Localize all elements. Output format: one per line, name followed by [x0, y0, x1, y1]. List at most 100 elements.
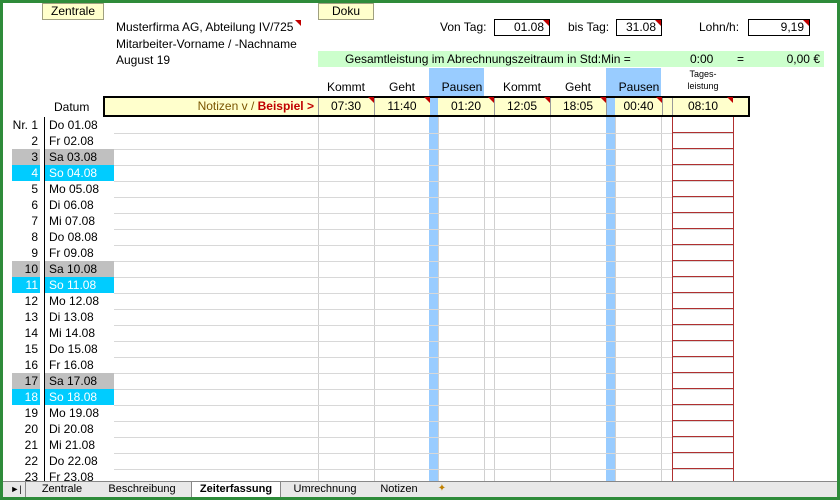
row-number: 14	[24, 326, 38, 340]
row-number: 15	[24, 342, 38, 356]
tagesleistung-cell[interactable]	[672, 293, 734, 309]
tagesleistung-cell[interactable]	[672, 229, 734, 245]
tab-umrechnung[interactable]: Umrechnung	[285, 482, 365, 497]
row-number: 4	[12, 165, 40, 181]
example-kommt-1[interactable]: 07:30	[318, 97, 374, 116]
row-date: Do 08.08	[44, 229, 114, 245]
example-tagesleistung[interactable]: 08:10	[673, 97, 733, 116]
tagesleistung-cell[interactable]	[672, 261, 734, 277]
row-gridline	[114, 405, 734, 406]
row-date: Di 20.08	[44, 421, 114, 437]
row-number: 21	[24, 438, 38, 452]
example-kommt-2[interactable]: 12:05	[494, 97, 550, 116]
example-geht-2[interactable]: 18:05	[550, 97, 606, 116]
tagesleistung-cell[interactable]	[672, 197, 734, 213]
row-gridline	[114, 229, 734, 230]
row-gridline	[114, 469, 734, 470]
tagesleistung-cell[interactable]	[672, 165, 734, 181]
tagesleistung-cell[interactable]	[672, 405, 734, 421]
scroll-tabs-icon[interactable]: ►|	[7, 482, 26, 497]
bis-tag-input[interactable]: 31.08	[616, 19, 662, 36]
tab-zentrale[interactable]: Zentrale	[31, 482, 93, 497]
tagesleistung-cell[interactable]	[672, 373, 734, 389]
example-geht-1[interactable]: 11:40	[374, 97, 430, 116]
row-date: Mi 21.08	[44, 437, 114, 453]
row-number: 10	[12, 261, 40, 277]
row-date: Mi 07.08	[44, 213, 114, 229]
tab-beschreibung[interactable]: Beschreibung	[99, 482, 185, 497]
tagesleistung-cell[interactable]	[672, 133, 734, 149]
summary-label: Gesamtleistung im Abrechnungszeitraum in…	[345, 52, 631, 66]
row-number: 8	[31, 230, 38, 244]
row-date: Sa 10.08	[44, 261, 114, 277]
tab-zeiterfassung[interactable]: Zeiterfassung	[191, 482, 281, 497]
tagesleistung-cell[interactable]	[672, 437, 734, 453]
tagesleistung-cell[interactable]	[672, 149, 734, 165]
header-pausen-2: Pausen	[618, 80, 660, 94]
header-tages-line1: Tages-	[689, 69, 717, 79]
grid-vline	[318, 117, 319, 486]
tagesleistung-cell[interactable]	[672, 389, 734, 405]
lohn-input[interactable]: 9,19	[748, 19, 810, 36]
row-gridline	[114, 453, 734, 454]
tagesleistung-cell[interactable]	[672, 309, 734, 325]
row-number: 11	[12, 277, 40, 293]
grid-vline	[661, 117, 662, 486]
row-number: 19	[24, 406, 38, 420]
row-number: 3	[12, 149, 40, 165]
tagesleistung-cell[interactable]	[672, 213, 734, 229]
row-gridline	[114, 213, 734, 214]
new-sheet-icon[interactable]: ✦	[433, 483, 451, 495]
row-gridline	[114, 245, 734, 246]
summary-time: 0:00	[690, 52, 714, 66]
example-pausen-1[interactable]: 01:20	[438, 97, 494, 116]
von-tag-label: Von Tag:	[440, 20, 487, 34]
row-number: Nr. 1	[12, 118, 38, 132]
header-pausen-1: Pausen	[441, 80, 483, 94]
row-number: 9	[31, 246, 38, 260]
row-gridline	[114, 437, 734, 438]
row-date: So 04.08	[44, 165, 114, 181]
row-date: Mo 05.08	[44, 181, 114, 197]
row-number: 16	[24, 358, 38, 372]
row-gridline	[114, 421, 734, 422]
header-kommt-1: Kommt	[326, 80, 365, 94]
row-gridline	[114, 293, 734, 294]
row-gridline	[114, 357, 734, 358]
row-number: 18	[12, 389, 40, 405]
tagesleistung-cell[interactable]	[672, 341, 734, 357]
tagesleistung-cell[interactable]	[672, 421, 734, 437]
doku-button[interactable]: Doku	[318, 3, 374, 20]
tagesleistung-cell[interactable]	[672, 117, 734, 133]
month-label: August 19	[116, 53, 171, 67]
example-pausen-2[interactable]: 00:40	[615, 97, 662, 116]
tab-notizen[interactable]: Notizen	[371, 482, 427, 497]
von-tag-input[interactable]: 01.08	[494, 19, 550, 36]
header-geht-2: Geht	[564, 80, 591, 94]
beispiel-text: Beispiel >	[257, 99, 314, 113]
grid-vline	[615, 117, 616, 486]
grid-vline	[438, 117, 439, 486]
tagesleistung-cell[interactable]	[672, 181, 734, 197]
row-number: 17	[12, 373, 40, 389]
row-number: 13	[24, 310, 38, 324]
tagesleistung-cell[interactable]	[672, 325, 734, 341]
row-date: Do 01.08	[44, 117, 114, 133]
header-tages-line2: leistung	[687, 81, 719, 91]
zentrale-button[interactable]: Zentrale	[42, 3, 104, 20]
sheet-tab-bar: ►| Zentrale Beschreibung Zeiterfassung U…	[3, 481, 837, 497]
row-date: So 11.08	[44, 277, 114, 293]
tagesleistung-cell[interactable]	[672, 357, 734, 373]
notizen-text: Notizen v /	[197, 99, 258, 113]
header-kommt-2: Kommt	[502, 80, 541, 94]
row-gridline	[114, 165, 734, 166]
row-gridline	[114, 149, 734, 150]
tagesleistung-cell[interactable]	[672, 245, 734, 261]
row-gridline	[114, 341, 734, 342]
row-number: 12	[24, 294, 38, 308]
header-datum: Datum	[54, 100, 90, 114]
tagesleistung-cell[interactable]	[672, 453, 734, 469]
row-date: Di 06.08	[44, 197, 114, 213]
tagesleistung-cell[interactable]	[672, 277, 734, 293]
row-date: Sa 03.08	[44, 149, 114, 165]
